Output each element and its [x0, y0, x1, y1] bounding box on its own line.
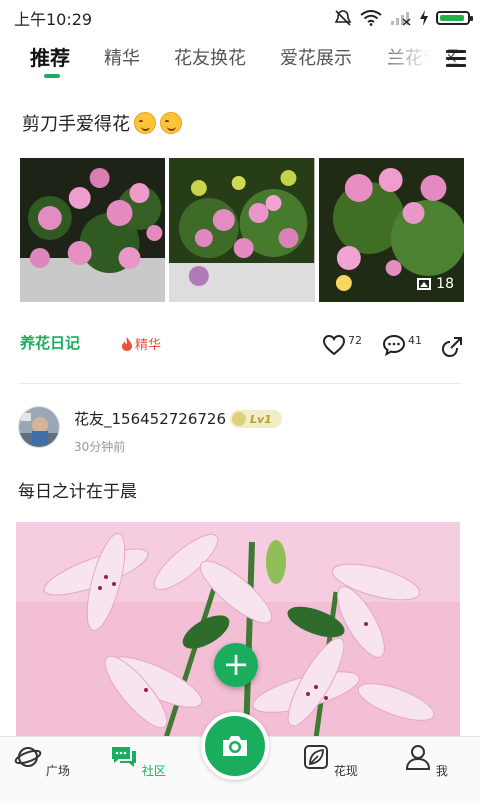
smile-emoji-icon [134, 112, 156, 134]
post-time: 30分钟前 [74, 440, 126, 454]
tab-recommend[interactable]: 推荐 [30, 42, 70, 71]
image-icon [417, 278, 432, 290]
comment-button[interactable]: 41 [382, 334, 422, 356]
nav-item-community[interactable]: 社区 [108, 743, 168, 779]
add-post-button[interactable]: + [214, 643, 258, 687]
camera-button[interactable] [201, 712, 269, 780]
menu-icon[interactable] [446, 50, 466, 68]
nav-label: 我 [435, 764, 448, 778]
tab-bar: 推荐 精华 花友换花 爱花展示 兰花专区 [0, 34, 480, 86]
tab-fade-overlay [378, 34, 448, 86]
topic-tag[interactable]: 养花日记 [20, 332, 80, 353]
level-badge: Lv1 [230, 410, 282, 428]
smile-emoji-icon [160, 112, 182, 134]
post-divider [18, 383, 462, 384]
tab-flower-exchange[interactable]: 花友换花 [174, 44, 246, 70]
level-label: Lv1 [250, 412, 272, 426]
post-photo[interactable] [20, 158, 166, 302]
photo-count: 18 [436, 276, 454, 292]
tab-essence[interactable]: 精华 [104, 44, 140, 70]
post-photo[interactable]: 18 [318, 158, 464, 302]
post-meta-bar: 养花日记 精华 72 41 [0, 330, 480, 360]
essence-badge: 精华 [122, 334, 161, 353]
person-icon [406, 745, 431, 770]
level-icon [232, 412, 246, 426]
signal-icon [391, 12, 411, 26]
battery-icon [436, 11, 473, 25]
post-photo[interactable] [169, 158, 315, 302]
nav-label: 花现 [333, 764, 358, 778]
wifi-icon [360, 10, 382, 26]
username[interactable]: 花友_156452726726 [74, 408, 226, 429]
like-count: 72 [348, 334, 362, 347]
nav-label: 社区 [141, 764, 166, 778]
planet-icon [14, 747, 42, 767]
avatar[interactable] [18, 406, 60, 448]
tab-active-indicator [44, 74, 60, 78]
post-title[interactable]: 剪刀手爱得花 [22, 110, 182, 136]
status-time: 上午10:29 [14, 10, 93, 29]
tab-flower-show[interactable]: 爱花展示 [280, 44, 352, 70]
flame-icon [122, 336, 132, 351]
charging-icon [420, 10, 428, 26]
leaf-icon [304, 745, 329, 769]
comment-count: 41 [408, 334, 422, 347]
post-photo-grid: 18 [20, 158, 464, 302]
nav-item-discover[interactable]: 花现 [300, 743, 360, 779]
status-icons [334, 8, 473, 28]
status-bar: 上午10:29 [0, 0, 480, 34]
heart-icon [322, 334, 346, 356]
post-text[interactable]: 每日之计在于晨 [18, 477, 137, 502]
camera-icon [223, 736, 247, 756]
mute-icon [334, 10, 352, 26]
post-title-text: 剪刀手爱得花 [22, 114, 130, 135]
like-button[interactable]: 72 [322, 334, 362, 356]
post-photo[interactable] [16, 522, 460, 738]
nav-label: 广场 [45, 764, 70, 778]
photo-count-badge: 18 [417, 276, 454, 292]
essence-label: 精华 [135, 338, 162, 353]
share-icon[interactable] [441, 336, 463, 358]
chat-icon [112, 747, 137, 767]
nav-item-square[interactable]: 广场 [12, 743, 72, 779]
comment-icon [382, 334, 406, 356]
nav-item-me[interactable]: 我 [396, 743, 456, 779]
